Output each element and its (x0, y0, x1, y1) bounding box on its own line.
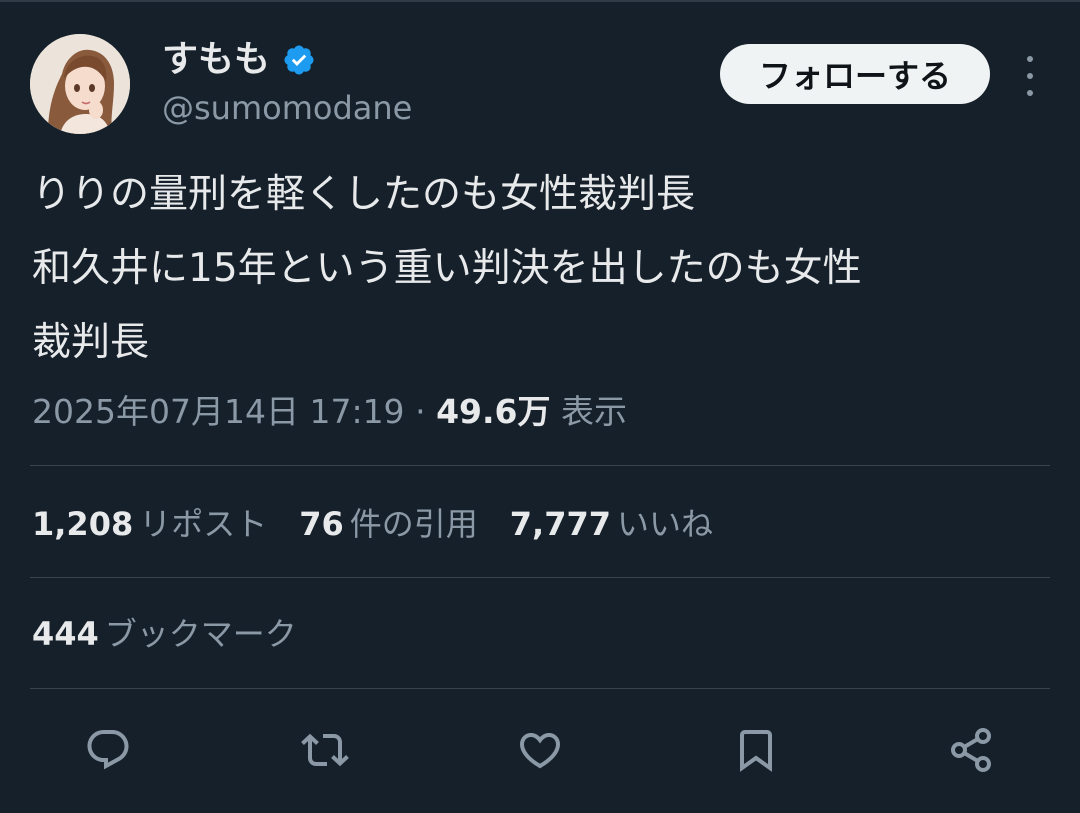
more-dot (1027, 73, 1033, 79)
tweet-text: りりの量刑を軽くしたのも女性裁判長 和久井に15年という重い判決を出したのも女性… (32, 158, 1052, 380)
divider (30, 688, 1050, 689)
view-count: 49.6万 (436, 392, 551, 431)
quote-label: 件の引用 (349, 505, 478, 543)
quote-count: 76 (299, 505, 344, 543)
more-vertical-icon[interactable] (1016, 56, 1044, 96)
view-label: 表示 (560, 392, 627, 431)
quote-stat[interactable]: 76 件の引用 (299, 500, 478, 548)
bookmark-label: ブックマーク (104, 615, 297, 653)
share-icon[interactable] (943, 722, 999, 778)
tweet-timestamp[interactable]: 2025年07月14日 17:19 (32, 392, 405, 431)
more-dot (1027, 56, 1033, 62)
repost-label: リポスト (139, 505, 268, 543)
like-count: 7,777 (509, 505, 611, 543)
action-bar (0, 722, 1080, 778)
author-handle[interactable]: @sumomodane (162, 88, 412, 128)
bookmark-stat[interactable]: 444 ブックマーク (32, 610, 297, 658)
avatar[interactable] (30, 34, 130, 134)
follow-button[interactable]: フォローする (720, 44, 990, 104)
repost-icon[interactable] (297, 722, 353, 778)
like-icon[interactable] (512, 722, 568, 778)
author-display-name[interactable]: すもも (162, 38, 270, 82)
like-stat[interactable]: 7,777 いいね (510, 500, 713, 548)
divider (30, 465, 1050, 466)
bookmark-count: 444 (32, 615, 99, 653)
bookmark-icon[interactable] (728, 722, 784, 778)
tweet-line: りりの量刑を軽くしたのも女性裁判長 (32, 172, 696, 217)
author-name-row[interactable]: すもも (162, 38, 316, 82)
tweet-meta: 2025年07月14日 17:19 · 49.6万 表示 (32, 388, 627, 436)
divider (30, 577, 1050, 578)
more-dot (1027, 90, 1033, 96)
reply-icon[interactable] (80, 722, 136, 778)
repost-stat[interactable]: 1,208 リポスト (32, 500, 267, 548)
avatar-illustration (30, 34, 130, 134)
engagement-stats: 1,208 リポスト 76 件の引用 7,777 いいね (32, 500, 745, 548)
bottom-edge (0, 806, 1080, 813)
meta-separator: · (415, 392, 426, 431)
top-divider (0, 0, 1080, 2)
tweet-line: 和久井に15年という重い判決を出したのも女性 (32, 246, 862, 291)
like-label: いいね (617, 505, 714, 543)
tweet-line: 裁判長 (32, 320, 150, 365)
verified-badge-icon (284, 45, 314, 75)
repost-count: 1,208 (32, 505, 134, 543)
